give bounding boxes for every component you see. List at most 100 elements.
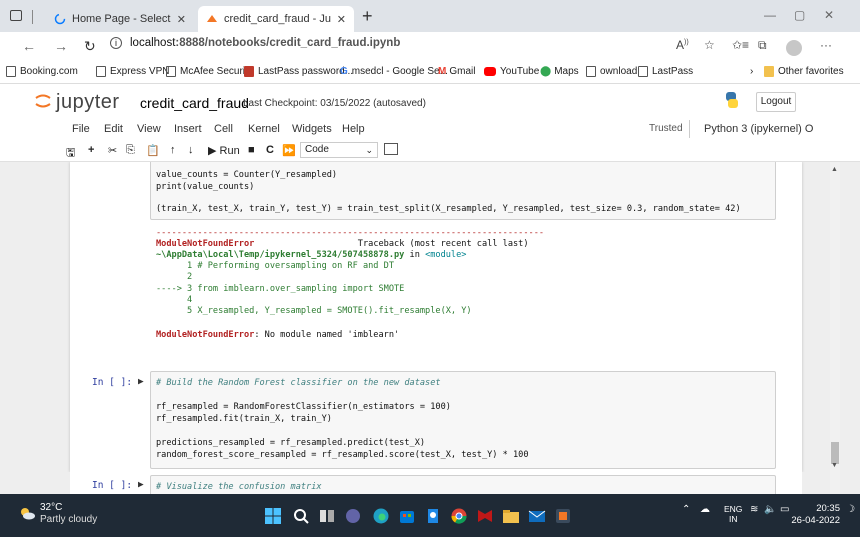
menu-widgets[interactable]: Widgets — [292, 123, 332, 135]
wifi-icon[interactable]: ≋ — [750, 504, 758, 515]
language-indicator[interactable]: ENG IN — [724, 504, 742, 524]
page-icon — [638, 66, 648, 77]
search-icon[interactable] — [292, 507, 310, 525]
onedrive-icon[interactable]: ☁ — [700, 504, 710, 515]
error-header: ModuleNotFoundError Traceback (most rece… — [156, 239, 529, 249]
other-favorites[interactable]: Other favorites — [764, 66, 844, 77]
chevron-down-icon: ⌄ — [365, 145, 373, 155]
notebook-scrollbar[interactable] — [830, 162, 840, 472]
run-cell-icon[interactable]: ▶ — [138, 479, 144, 490]
address-input[interactable]: i localhost:8888/notebooks/credit_card_fr… — [110, 37, 400, 49]
mcafee-icon[interactable] — [476, 507, 494, 525]
store-icon[interactable] — [398, 507, 416, 525]
logout-button[interactable]: Logout — [756, 92, 796, 112]
google-icon: G — [340, 66, 348, 77]
scrollbar-thumb[interactable] — [831, 442, 839, 464]
bookmark-lastpass-password[interactable]: LastPass password... — [244, 66, 353, 77]
system-clock[interactable]: 20:35 26-04-2022 — [790, 503, 840, 527]
code-line: print(value_counts) — [156, 182, 255, 192]
bookmark-expressvpn[interactable]: Express VPN — [96, 66, 169, 77]
folder-icon — [764, 66, 774, 77]
battery-icon[interactable]: ▭ — [780, 504, 789, 515]
more-menu-icon[interactable]: ··· — [820, 38, 832, 52]
pycharm-icon[interactable] — [424, 507, 442, 525]
maximize-icon[interactable]: ▢ — [794, 8, 805, 22]
tab-actions-icon[interactable] — [10, 10, 22, 21]
bookmark-ownload[interactable]: ownload — [586, 66, 637, 77]
collections-icon[interactable]: ⧉ — [758, 38, 767, 53]
menu-view[interactable]: View — [137, 123, 161, 135]
bookmark-youtube[interactable]: YouTube — [484, 66, 539, 77]
cell-type-select[interactable]: Code ⌄ — [300, 142, 378, 158]
tab-home-page[interactable]: Home Page - Select or create a n ✕ — [46, 6, 194, 32]
menu-insert[interactable]: Insert — [174, 123, 202, 135]
paste-icon[interactable]: 📋 — [146, 144, 160, 157]
copy-icon[interactable]: ⎘ — [126, 144, 135, 157]
edge-browser-icon[interactable] — [372, 507, 390, 525]
chrome-icon[interactable] — [450, 507, 468, 525]
menu-edit[interactable]: Edit — [104, 123, 123, 135]
tab-jupyter-notebook[interactable]: credit_card_fraud - Jupyter Noteb ✕ — [198, 6, 354, 32]
back-icon[interactable]: ← — [22, 38, 36, 54]
tab-title: credit_card_fraud - Jupyter Noteb — [224, 13, 331, 25]
profile-avatar[interactable] — [786, 40, 802, 56]
new-tab-icon[interactable]: + — [362, 6, 373, 27]
trusted-indicator[interactable]: Trusted — [643, 120, 690, 138]
task-view-icon[interactable] — [318, 507, 336, 525]
save-icon[interactable]: 🖫 — [66, 144, 75, 163]
bookmark-msedcl[interactable]: Gmsedcl - Google Se... — [340, 66, 448, 77]
code-line: predictions_resampled = rf_resampled.pre… — [156, 438, 426, 448]
notebook-name[interactable]: credit_card_fraud — [140, 95, 249, 111]
move-down-icon[interactable]: ↓ — [188, 144, 194, 156]
bookmark-mcafee[interactable]: McAfee Security — [166, 66, 253, 77]
run-cell-icon[interactable]: ▶ — [138, 376, 144, 387]
teams-chat-icon[interactable] — [344, 507, 362, 525]
favorites-icon[interactable]: ✩≡ — [732, 38, 749, 52]
browser-tab-strip: Home Page - Select or create a n ✕ credi… — [0, 0, 860, 32]
window-close-icon[interactable]: ✕ — [824, 8, 834, 22]
bookmark-gmail[interactable]: M Gmail — [438, 66, 475, 77]
python-logo-icon — [726, 92, 738, 108]
close-icon[interactable]: ✕ — [177, 13, 186, 26]
checkpoint-status: Last Checkpoint: 03/15/2022 (autosaved) — [243, 98, 426, 109]
mail-icon[interactable] — [528, 507, 546, 525]
scroll-up-icon[interactable]: ▲ — [831, 166, 838, 173]
restart-icon[interactable]: C — [266, 144, 274, 156]
lastpass-icon — [244, 66, 254, 77]
restart-run-all-icon[interactable]: ⏩ — [282, 144, 296, 157]
url-path: :8888/notebooks/credit_card_fraud.ipynb — [175, 37, 401, 49]
bookmark-maps[interactable]: ⬤ Maps — [540, 66, 579, 77]
windows-start-icon[interactable] — [264, 507, 282, 525]
minimize-icon[interactable]: — — [764, 8, 776, 22]
bookmarks-overflow-icon[interactable]: › — [750, 66, 753, 77]
bookmark-lastpass[interactable]: LastPass — [638, 66, 693, 77]
file-explorer-icon[interactable] — [502, 507, 520, 525]
menu-help[interactable]: Help — [342, 123, 365, 135]
kernel-indicator[interactable]: Python 3 (ipykernel) O — [704, 123, 813, 135]
insert-cell-icon[interactable]: + — [88, 144, 94, 156]
volume-icon[interactable]: 🔈 — [764, 504, 776, 515]
forward-icon[interactable]: → — [54, 38, 68, 54]
menu-file[interactable]: File — [72, 123, 90, 135]
menu-kernel[interactable]: Kernel — [248, 123, 280, 135]
site-info-icon[interactable]: i — [110, 37, 122, 49]
interrupt-icon[interactable]: ■ — [248, 144, 255, 156]
jupyter-logo-icon[interactable] — [34, 92, 52, 110]
add-favorite-icon[interactable]: ☆ — [704, 38, 715, 52]
close-icon[interactable]: ✕ — [337, 13, 346, 26]
scroll-down-icon[interactable]: ▼ — [831, 462, 838, 469]
jupyter-wordmark[interactable]: jupyter — [56, 91, 120, 114]
bookmark-booking[interactable]: Booking.com — [6, 66, 78, 77]
refresh-icon[interactable]: ↻ — [84, 38, 96, 55]
run-button[interactable]: ▶ Run — [208, 144, 240, 157]
notebook-scrollbar[interactable] — [830, 472, 840, 494]
menu-cell[interactable]: Cell — [214, 123, 233, 135]
cut-icon[interactable]: ✂ — [108, 144, 117, 157]
move-up-icon[interactable]: ↑ — [170, 144, 176, 156]
keyboard-shortcuts-icon[interactable] — [384, 143, 398, 155]
notifications-icon[interactable]: ☽ — [846, 504, 855, 515]
show-hidden-icons[interactable]: ⌃ — [682, 504, 690, 515]
jupyter-app-icon[interactable] — [554, 507, 572, 525]
code-line: (train_X, test_X, train_Y, test_Y) = tra… — [156, 204, 741, 214]
read-aloud-icon[interactable]: A)) — [676, 38, 689, 52]
